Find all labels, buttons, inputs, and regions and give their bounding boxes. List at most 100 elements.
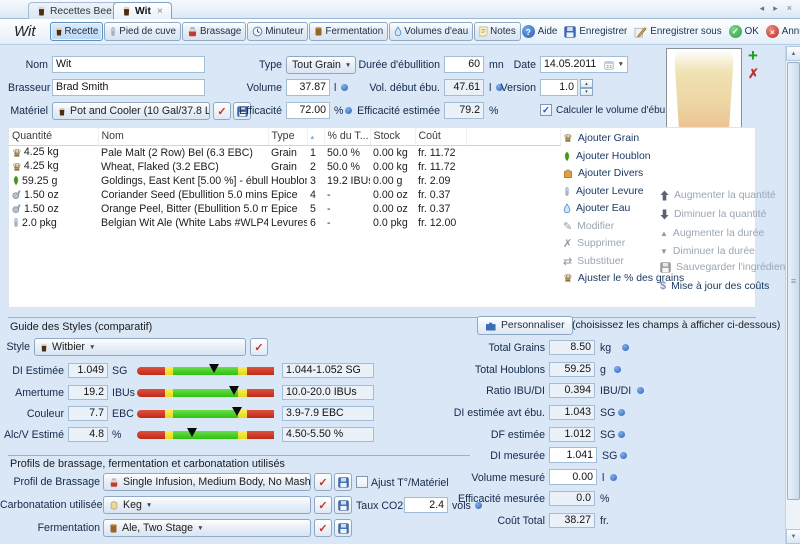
efficacite-input[interactable]: 72.00 [286,102,330,119]
fermentation-dropdown[interactable]: Ale, Two Stage ▼ [103,519,311,537]
carbonatation-dropdown[interactable]: Keg ▼ [103,496,311,514]
increase-time-button[interactable]: ▲Augmenter la durée [660,228,764,239]
tabs-next-icon[interactable]: ▸ [773,3,778,14]
aide-button[interactable]: ?Aide [522,25,558,38]
di-range: 1.044-1.052 SG [282,363,374,378]
styles-section-title: Guide des Styles (comparatif) [10,321,152,333]
recette-button[interactable]: Recette [50,22,104,41]
tabs-prev-icon[interactable]: ◂ [760,3,765,14]
pied-de-cuve-button[interactable]: Pied de cuve [104,22,181,41]
version-input[interactable]: 1.0 [540,79,578,96]
ingredient-row[interactable]: 1.50 oz Orange Peel, Bitter (Ebullition … [9,202,561,216]
materiel-edit-button[interactable]: ✓ [213,102,231,120]
carbonatation-save-button[interactable] [334,496,352,514]
vertical-scrollbar[interactable]: ▲ ≡ ▼ [785,46,800,544]
brassage-button[interactable]: Brassage [182,22,246,41]
enregistrer-sous-button[interactable]: Enregistrer sous [634,26,721,38]
column-pct[interactable]: % du T... [324,128,370,145]
ingredient-row[interactable]: 59.25 g Goldings, East Kent [5.00 %] - é… [9,174,561,188]
add-image-button[interactable]: + [748,48,758,64]
volumes-eau-button[interactable]: Volumes d'eau [389,22,473,41]
add-hop-button[interactable]: Ajouter Houblon [563,151,651,162]
ajust-materiel-label: Ajust T°/Matériel [371,477,449,489]
column-cout[interactable]: Coût [415,128,466,145]
di-mesuree-input[interactable]: 1.041 [549,447,597,463]
button-label: Minuteur [265,26,303,37]
date-input[interactable]: 14.05.2011 ▼ [540,56,628,73]
style-edit-button[interactable]: ✓ [250,338,268,356]
cell-qty: 1.50 oz [9,202,98,216]
style-dropdown[interactable]: Witbier ▼ [34,338,246,356]
cell-cout: fr. 0.37 [415,202,466,216]
decrease-qty-button[interactable]: Diminuer la quantité [660,209,766,220]
swap-arrows-icon: ⇄ [563,257,572,267]
info-dot [620,452,627,459]
personnaliser-button[interactable]: Personnaliser [477,316,573,335]
cell-stock: 0.00 oz [370,202,415,216]
fermentation-button[interactable]: Fermentation [309,22,388,41]
enregistrer-button[interactable]: Enregistrer [564,26,627,38]
button-label: Fermentation [325,26,383,37]
decrease-time-button[interactable]: ▼Diminuer la durée [660,246,755,257]
scroll-up-button[interactable]: ▲ [786,46,800,61]
ingredient-row[interactable]: ♛4.25 kg Pale Malt (2 Row) Bel (6.3 EBC)… [9,145,561,160]
brassage-save-button[interactable] [334,473,352,491]
add-yeast-button[interactable]: Ajouter Levure [563,186,644,197]
materiel-dropdown[interactable]: Pot and Cooler (10 Gal/37.8 L) - All G [52,102,210,120]
cell-nom: Pale Malt (2 Row) Bel (6.3 EBC) [98,145,268,160]
column-nom[interactable]: Nom [98,128,268,145]
ingredient-row[interactable]: 1.50 oz Coriander Seed (Ebullition 5.0 m… [9,188,561,202]
ingredient-row[interactable]: ♛4.25 kg Wheat, Flaked (3.2 EBC) Grain 2… [9,160,561,174]
link-label: Ajouter Houblon [576,151,651,162]
water-drop-icon [563,203,571,214]
substitute-button[interactable]: ⇄Substituer [563,256,624,267]
remove-image-button[interactable]: ✗ [748,66,759,82]
minuteur-button[interactable]: Minuteur [247,22,308,41]
scroll-thumb[interactable]: ≡ [787,62,800,500]
profil-brassage-dropdown[interactable]: Single Infusion, Medium Body, No Mash Ou… [103,473,311,491]
brassage-edit-button[interactable]: ✓ [314,473,332,491]
taux-co2-input[interactable]: 2.4 [404,497,448,513]
calc-volume-checkbox[interactable]: ✓ [540,104,552,116]
button-label: OK [745,26,759,37]
column-sort[interactable]: ▴ [307,128,324,145]
update-costs-button[interactable]: $Mise à jour des coûts [660,280,769,292]
alcv-range: 4.50-5.50 % [282,427,374,442]
annuler-button[interactable]: ×Annuler [766,25,800,38]
stepper-down-icon[interactable]: ▼ [580,88,593,97]
add-misc-button[interactable]: Ajouter Divers [563,168,643,179]
fermentation-save-button[interactable] [334,519,352,537]
volume-input[interactable]: 37.87 [286,79,330,96]
scroll-down-button[interactable]: ▼ [786,529,800,544]
chevron-down-icon[interactable]: ▼ [618,57,624,72]
eff-mesuree-unit: % [600,493,609,505]
carbonatation-edit-button[interactable]: ✓ [314,496,332,514]
increase-qty-button[interactable]: Augmenter la quantité [660,190,776,201]
tabs-close-icon[interactable]: × [787,3,792,14]
brasseur-input[interactable]: Brad Smith [52,79,205,96]
duree-input[interactable]: 60 [444,56,484,73]
ok-button[interactable]: ✓OK [729,25,759,38]
amertume-label: Amertume [0,387,64,399]
couleur-gauge [137,410,274,418]
add-grain-button[interactable]: ♛Ajouter Grain [563,133,639,144]
tab-wit[interactable]: Wit × [113,2,172,19]
column-quantite[interactable]: Quantité [9,128,98,145]
stepper-up-icon[interactable]: ▲ [580,79,593,88]
column-type[interactable]: Type [268,128,307,145]
ingredient-row[interactable]: 2.0 pkg Belgian Wit Ale (White Labs #WLP… [9,216,561,230]
delete-button[interactable]: ✗Supprimer [563,238,625,249]
type-dropdown[interactable]: Tout Grain▼ [286,56,356,74]
nom-input[interactable]: Wit [52,56,205,73]
ajust-materiel-checkbox[interactable] [356,476,368,488]
modify-button[interactable]: ✎Modifier [563,221,614,232]
tab-close-icon[interactable]: × [157,6,163,17]
column-stock[interactable]: Stock [370,128,415,145]
notes-button[interactable]: Notes [474,22,521,41]
fermentation-edit-button[interactable]: ✓ [314,519,332,537]
pencil-icon: ✎ [563,222,572,232]
button-label: Enregistrer [579,26,627,37]
add-water-button[interactable]: Ajouter Eau [563,203,630,214]
volume-mesure-input[interactable]: 0.00 [549,469,597,485]
save-ingredient-button[interactable]: Sauvegarder l'ingrédient [660,262,788,273]
